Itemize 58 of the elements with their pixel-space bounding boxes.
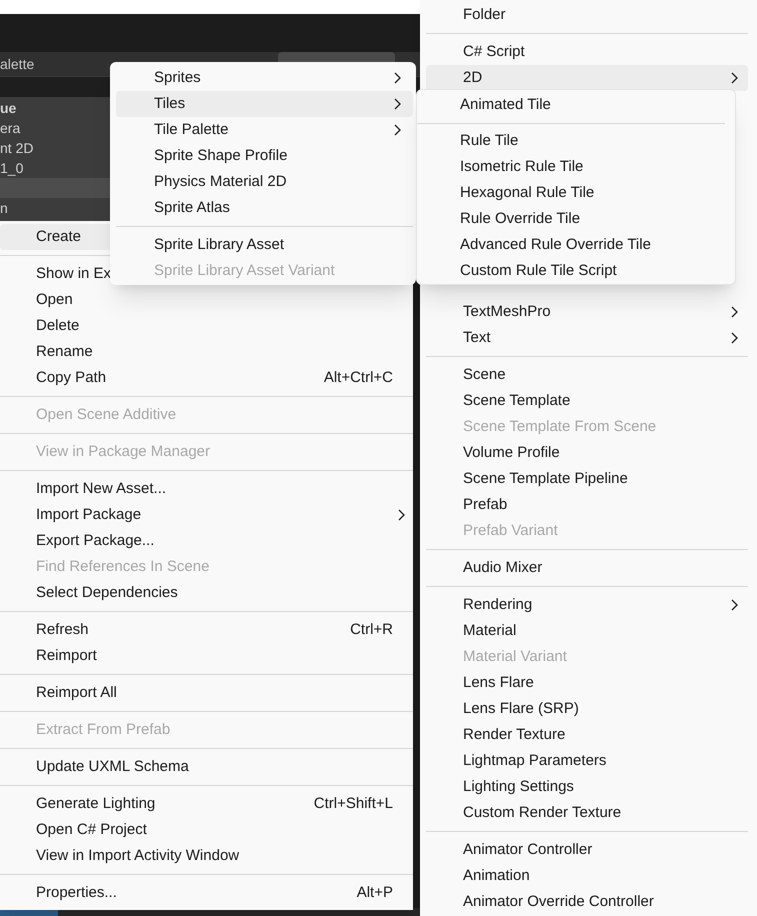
- menu-item[interactable]: Rename: [0, 339, 413, 365]
- menu-item[interactable]: Lighting Settings: [426, 774, 748, 800]
- menu-item[interactable]: Scene Template Pipeline: [426, 466, 748, 492]
- menu-item[interactable]: Rendering: [426, 592, 748, 618]
- menu-item[interactable]: Animated Tile: [417, 92, 725, 118]
- menu-item[interactable]: Animator Override Controller: [426, 889, 748, 915]
- menu-item[interactable]: Prefab: [426, 492, 748, 518]
- menu-item[interactable]: Sprite Library Asset: [116, 232, 413, 258]
- menu-item[interactable]: Scene: [426, 362, 748, 388]
- menu-item[interactable]: Custom Rule Tile Script: [417, 258, 725, 284]
- hierarchy-item[interactable]: ue: [0, 98, 16, 118]
- menu-item[interactable]: Update UXML Schema: [0, 754, 413, 780]
- menu-item[interactable]: Import Package: [0, 502, 413, 528]
- menu-item[interactable]: Physics Material 2D: [116, 169, 413, 195]
- menu-item[interactable]: Import New Asset...: [0, 476, 413, 502]
- menu-item[interactable]: Lens Flare (SRP): [426, 696, 748, 722]
- menu-item[interactable]: Isometric Rule Tile: [417, 154, 725, 181]
- menu-item[interactable]: Material: [426, 618, 748, 644]
- menu-item[interactable]: Render Texture: [426, 722, 748, 748]
- hierarchy-item[interactable]: nt 2D: [0, 138, 34, 158]
- menu-item[interactable]: Folder: [426, 2, 748, 28]
- menu-item[interactable]: 2D: [426, 65, 748, 91]
- menu-item[interactable]: Lens Flare: [426, 670, 748, 696]
- menu-item[interactable]: Properties... Alt+P: [0, 880, 413, 906]
- menu-item[interactable]: Sprite Atlas: [116, 195, 413, 221]
- menu-item[interactable]: Custom Render Texture: [426, 800, 748, 826]
- menu-item[interactable]: Hexagonal Rule Tile: [417, 180, 725, 206]
- menu-item[interactable]: Lightmap Parameters: [426, 748, 748, 774]
- menu-item[interactable]: Sprites: [116, 65, 413, 91]
- hierarchy-item[interactable]: 1_0: [0, 158, 24, 178]
- menu-item[interactable]: Scene Template: [426, 388, 748, 414]
- menu-item[interactable]: Audio Mixer: [426, 555, 748, 581]
- menu-item[interactable]: Copy Path Alt+Ctrl+C: [0, 365, 413, 391]
- menu-item[interactable]: Export Package...: [0, 528, 413, 554]
- menu-item[interactable]: Rule Override Tile: [417, 206, 725, 232]
- menu-item[interactable]: View in Import Activity Window: [0, 843, 413, 869]
- menu-item[interactable]: Tiles: [116, 91, 413, 117]
- menu-item[interactable]: Refresh Ctrl+R: [0, 617, 413, 643]
- menu-item[interactable]: Open C# Project: [0, 817, 413, 843]
- menu-item[interactable]: Rule Tile: [417, 128, 725, 155]
- menu-item[interactable]: Volume Profile: [426, 440, 748, 466]
- menu-item[interactable]: Generate Lighting Ctrl+Shift+L: [0, 791, 413, 817]
- hierarchy-item[interactable]: n: [0, 198, 8, 218]
- tab-title[interactable]: alette: [0, 57, 34, 71]
- menu-item[interactable]: C# Script: [426, 39, 748, 65]
- menu-item[interactable]: Reimport All: [0, 680, 413, 706]
- menu-item[interactable]: Select Dependencies: [0, 580, 413, 606]
- menu-item[interactable]: Reimport: [0, 643, 413, 669]
- menu-item[interactable]: TextMeshPro: [426, 299, 748, 325]
- menu-item[interactable]: Delete: [0, 313, 413, 339]
- menu-item[interactable]: Animator Controller: [426, 837, 748, 863]
- hierarchy-item[interactable]: era: [0, 118, 20, 138]
- menu-item[interactable]: Advanced Rule Override Tile: [417, 232, 725, 258]
- menu-item[interactable]: Tile Palette: [116, 117, 413, 143]
- menu-item[interactable]: Sprite Shape Profile: [116, 143, 413, 169]
- menu-item[interactable]: Open: [0, 287, 413, 313]
- menu-item[interactable]: Animation: [426, 863, 748, 889]
- menu-item[interactable]: Text: [426, 325, 748, 351]
